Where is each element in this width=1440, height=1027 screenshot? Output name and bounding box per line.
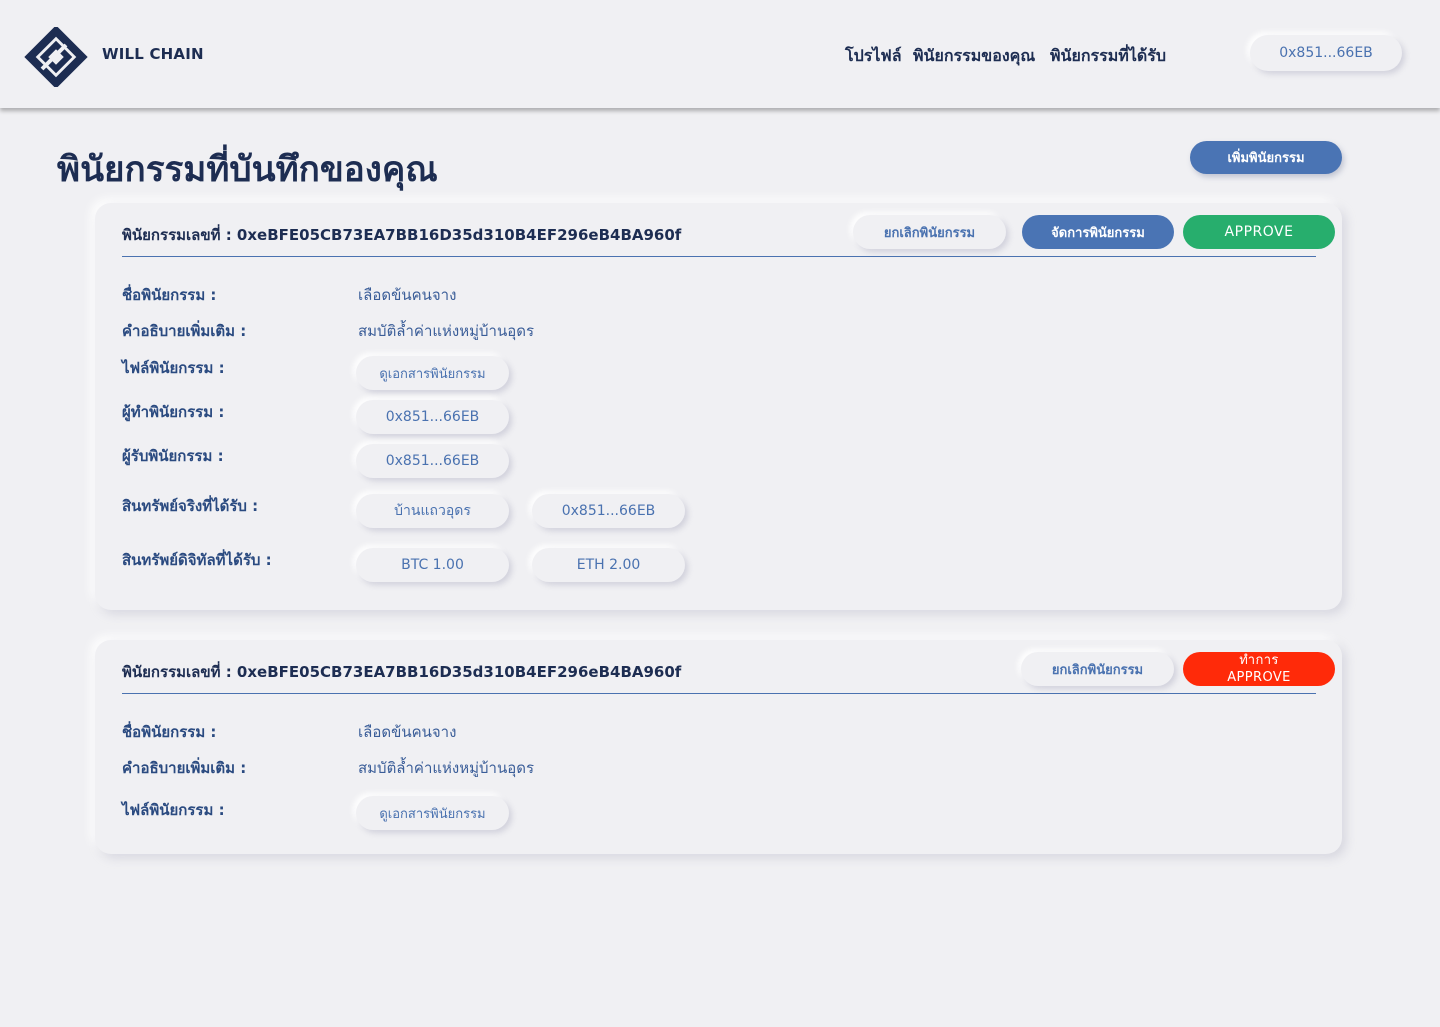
manage-will-button[interactable]: จัดการพินัยกรรม [1022, 215, 1174, 249]
will-name-value: เลือดข้นคนจาง [358, 286, 457, 304]
top-navbar: WILL CHAIN โปรไฟล์ พินัยกรรมของคุณ พินัย… [0, 0, 1440, 108]
view-document-button[interactable]: ดูเอกสารพินัยกรรม [356, 356, 509, 390]
view-document-button[interactable]: ดูเอกสารพินัยกรรม [356, 796, 509, 830]
real-asset-chip[interactable]: บ้านแถวอุดร [356, 494, 509, 528]
description-label: คำอธิบายเพิ่มเติม : [122, 759, 247, 777]
description-value: สมบัติล้ำค่าแห่งหมู่บ้านอุดร [358, 759, 535, 777]
digital-asset-chip[interactable]: ETH 2.00 [532, 548, 685, 582]
digital-asset-chip[interactable]: BTC 1.00 [356, 548, 509, 582]
description-value: สมบัติล้ำค่าแห่งหมู่บ้านอุดร [358, 322, 535, 340]
will-id-header: พินัยกรรมเลขที่ : 0xeBFE05CB73EA7BB16D35… [122, 663, 682, 681]
do-approve-button[interactable]: ทำการ APPROVE [1183, 652, 1335, 686]
digital-assets-label: สินทรัพย์ดิจิทัลที่ได้รับ : [122, 551, 272, 569]
brand-name: WILL CHAIN [102, 45, 204, 63]
will-card: พินัยกรรมเลขที่ : 0xeBFE05CB73EA7BB16D35… [95, 640, 1342, 854]
will-card: พินัยกรรมเลขที่ : 0xeBFE05CB73EA7BB16D35… [95, 203, 1342, 610]
file-label: ไฟล์พินัยกรรม : [122, 359, 225, 377]
real-asset-chip[interactable]: 0x851...66EB [532, 494, 685, 528]
will-name-value: เลือดข้นคนจาง [358, 723, 457, 741]
card-divider [122, 693, 1316, 694]
will-name-label: ชื่อพินัยกรรม : [122, 723, 217, 741]
card-divider [122, 256, 1316, 257]
description-label: คำอธิบายเพิ่มเติม : [122, 322, 247, 340]
testator-label: ผู้ทำพินัยกรรม : [122, 403, 225, 421]
approve-label-line2: APPROVE [1227, 670, 1291, 685]
will-name-label: ชื่อพินัยกรรม : [122, 286, 217, 304]
nav-profile[interactable]: โปรไฟล์ [845, 44, 902, 69]
nav-my-wills[interactable]: พินัยกรรมของคุณ [913, 44, 1035, 69]
wallet-address-button[interactable]: 0x851...66EB [1250, 35, 1402, 71]
file-label: ไฟล์พินัยกรรม : [122, 801, 225, 819]
approve-button[interactable]: APPROVE [1183, 215, 1335, 249]
will-chain-logo-icon[interactable] [16, 27, 96, 87]
cancel-will-button[interactable]: ยกเลิกพินัยกรรม [1021, 652, 1174, 686]
beneficiary-label: ผู้รับพินัยกรรม : [122, 447, 224, 465]
will-id-header: พินัยกรรมเลขที่ : 0xeBFE05CB73EA7BB16D35… [122, 226, 682, 244]
page-title: พินัยกรรมที่บันทึกของคุณ [57, 150, 438, 190]
testator-address-chip[interactable]: 0x851...66EB [356, 400, 509, 434]
beneficiary-address-chip[interactable]: 0x851...66EB [356, 444, 509, 478]
real-assets-label: สินทรัพย์จริงที่ได้รับ : [122, 497, 259, 515]
nav-received-wills[interactable]: พินัยกรรมที่ได้รับ [1050, 44, 1166, 69]
cancel-will-button[interactable]: ยกเลิกพินัยกรรม [853, 215, 1006, 249]
add-will-button[interactable]: เพิ่มพินัยกรรม [1190, 141, 1342, 174]
approve-label-line1: ทำการ [1239, 653, 1279, 668]
